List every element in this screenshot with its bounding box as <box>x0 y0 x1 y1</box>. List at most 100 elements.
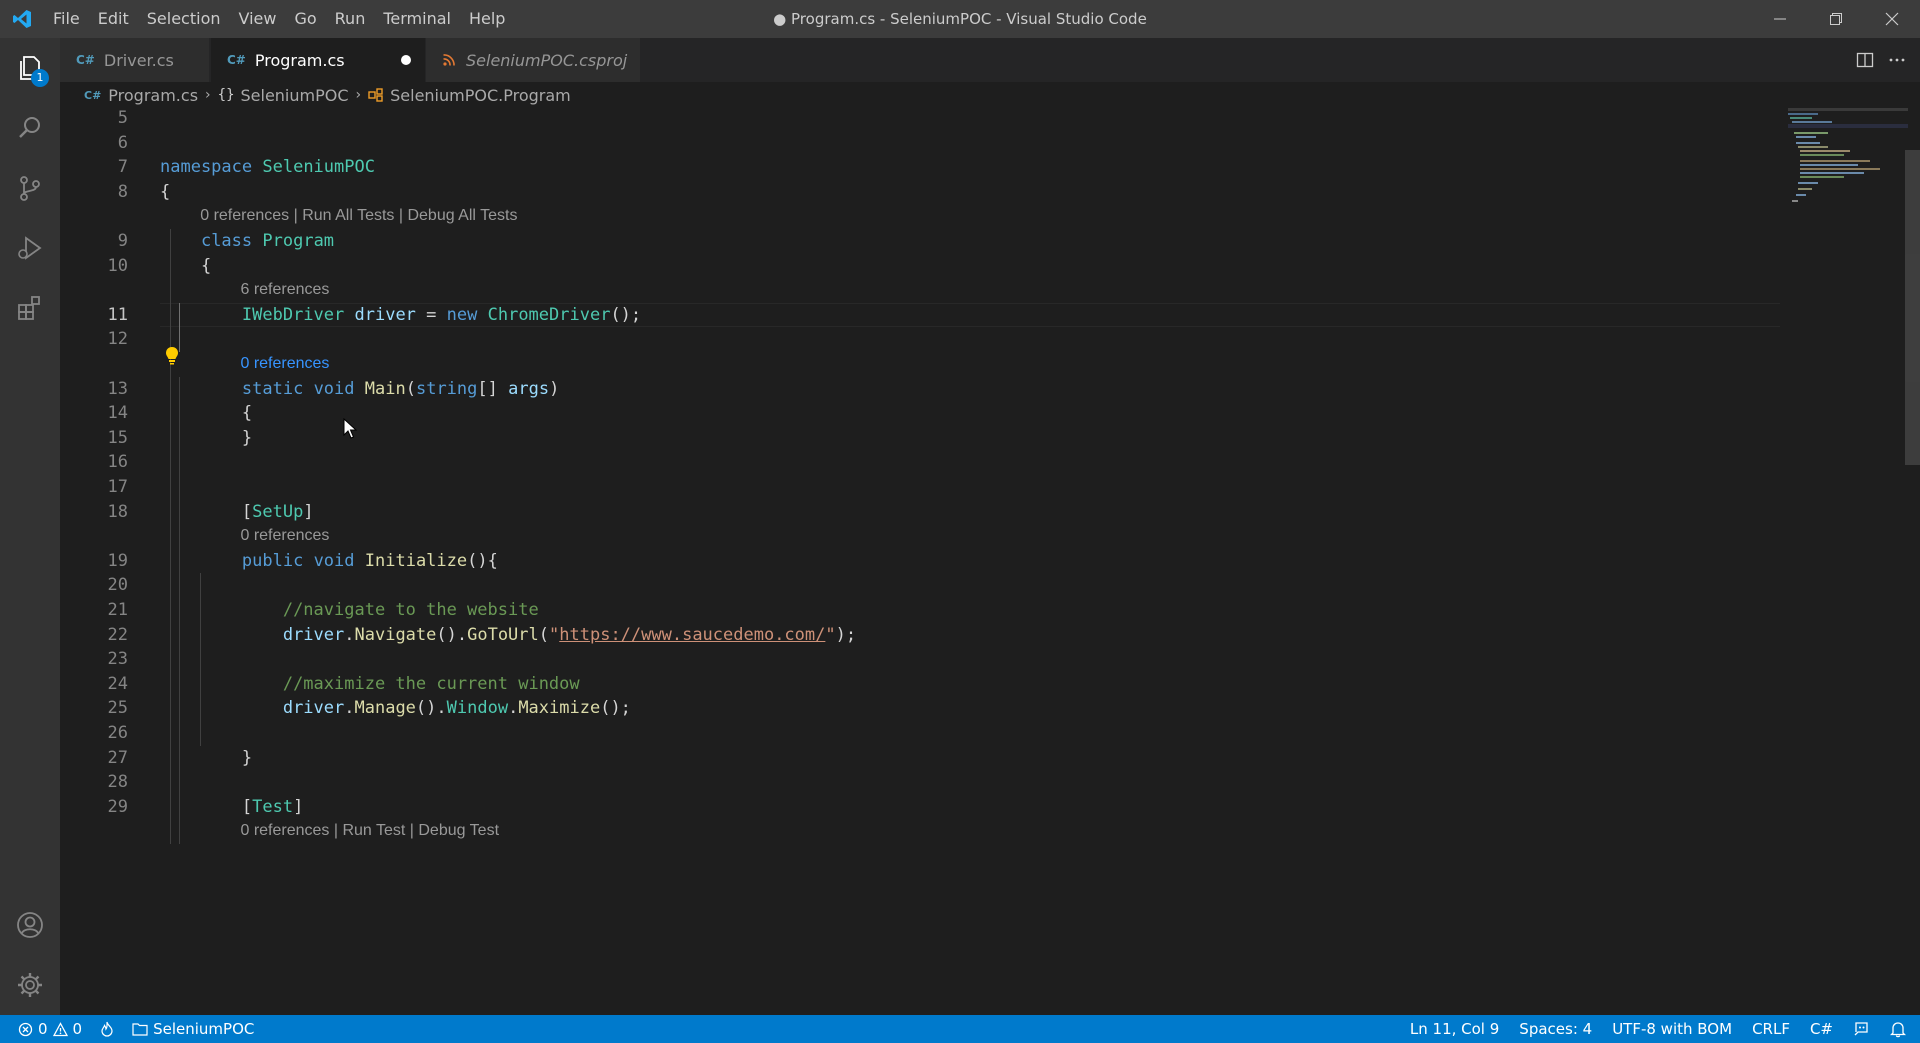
explorer-button[interactable]: 1 <box>0 38 60 98</box>
folder-icon <box>132 1023 148 1036</box>
csharp-file-icon: C# <box>84 88 102 102</box>
minimap[interactable] <box>1788 108 1908 218</box>
code-line[interactable]: 6 <box>60 131 1780 156</box>
line-number: 23 <box>107 649 128 670</box>
code-editor[interactable]: 5 6 7 namespace SeleniumPOC 8{0 references |… <box>60 108 1920 1015</box>
line-number: 26 <box>107 723 128 743</box>
run-debug-button[interactable] <box>0 218 60 278</box>
code-line[interactable]: 5 <box>60 108 1780 131</box>
accounts-icon <box>17 912 43 938</box>
file-encoding[interactable]: UTF-8 with BOM <box>1602 1015 1742 1043</box>
menu-terminal[interactable]: Terminal <box>374 0 460 38</box>
lightbulb-icon[interactable] <box>164 346 180 366</box>
code-line[interactable]: 12 <box>60 327 1780 352</box>
notifications-button[interactable] <box>1880 1015 1920 1043</box>
line-number: 13 <box>107 378 128 399</box>
code-line[interactable]: 24 //maximize the current window <box>60 672 1780 697</box>
source-control-button[interactable] <box>0 158 60 218</box>
code-lens[interactable]: 6 references <box>60 278 1780 303</box>
minimize-button[interactable] <box>1752 0 1808 38</box>
code-line[interactable]: 7 namespace SeleniumPOC <box>60 155 1780 180</box>
code-line[interactable]: 29 [Test] <box>60 795 1780 820</box>
omnisharp-flame-button[interactable] <box>91 1015 123 1043</box>
code-line[interactable]: 10 { <box>60 254 1780 279</box>
project-name: SeleniumPOC <box>153 1020 255 1038</box>
search-button[interactable] <box>0 98 60 158</box>
language-mode[interactable]: C# <box>1800 1015 1843 1043</box>
line-number: 15 <box>107 427 128 448</box>
source-control-icon <box>20 176 40 201</box>
explorer-badge: 1 <box>31 69 49 87</box>
code-line[interactable]: 18 [SetUp] <box>60 500 1780 525</box>
code-lens[interactable]: 0 references | Run All Tests | Debug All… <box>60 204 1780 229</box>
feedback-icon <box>1854 1021 1868 1035</box>
vertical-scrollbar-thumb[interactable] <box>1905 150 1920 465</box>
end-of-line[interactable]: CRLF <box>1742 1015 1800 1043</box>
code-text: { <box>160 181 171 202</box>
menu-run[interactable]: Run <box>326 0 375 38</box>
line-number: 11 <box>107 304 128 325</box>
code-lens[interactable]: 0 references | Run Test | Debug Test <box>60 819 1780 844</box>
breadcrumb-class[interactable]: SeleniumPOC.Program <box>368 86 571 105</box>
code-line[interactable]: 28 <box>60 770 1780 795</box>
unsaved-dot-icon[interactable] <box>401 55 411 65</box>
menu-edit[interactable]: Edit <box>89 0 138 38</box>
code-line[interactable]: 17 <box>60 475 1780 500</box>
code-text: } <box>160 427 253 448</box>
error-icon <box>18 1022 33 1036</box>
problems-indicator[interactable]: 0 0 <box>0 1015 91 1043</box>
code-line[interactable]: 22 driver.Navigate().GoToUrl("https://ww… <box>60 623 1780 648</box>
more-actions-icon[interactable] <box>1888 51 1906 69</box>
menu-view[interactable]: View <box>230 0 286 38</box>
menu-help[interactable]: Help <box>460 0 514 38</box>
breadcrumb-namespace[interactable]: {} SeleniumPOC <box>218 86 349 105</box>
menu-file[interactable]: File <box>44 0 89 38</box>
manage-button[interactable] <box>0 955 60 1015</box>
code-line[interactable]: 8{ <box>60 180 1780 205</box>
code-line[interactable]: 11 IWebDriver driver = new ChromeDriver(… <box>60 303 1780 328</box>
code-line[interactable]: 19 public void Initialize(){ <box>60 549 1780 574</box>
feedback-button[interactable] <box>1843 1015 1880 1043</box>
code-text: public void Initialize(){ <box>241 550 498 571</box>
tab-label: Program.cs <box>254 50 345 70</box>
chevron-right-icon: › <box>205 87 211 103</box>
restore-button[interactable] <box>1808 0 1864 38</box>
code-lens-text[interactable]: 0 references | Run Test | Debug Test <box>240 819 499 849</box>
code-line[interactable]: 25 driver.Manage().Window.Maximize(); <box>60 696 1780 721</box>
code-line[interactable]: 16 <box>60 450 1780 475</box>
breadcrumb-file[interactable]: C# Program.cs <box>84 86 198 105</box>
extensions-button[interactable] <box>0 278 60 338</box>
accounts-button[interactable] <box>0 895 60 955</box>
tab-driver-cs[interactable]: C# Driver.cs <box>60 38 210 82</box>
code-line[interactable]: 14 { <box>60 401 1780 426</box>
code-text: [SetUp] <box>160 501 314 522</box>
search-icon <box>19 117 40 138</box>
project-selector[interactable]: SeleniumPOC <box>123 1015 263 1043</box>
close-window-button[interactable] <box>1864 0 1920 38</box>
line-number: 18 <box>107 501 128 522</box>
cursor-position[interactable]: Ln 11, Col 9 <box>1400 1015 1509 1043</box>
code-line[interactable]: 26 <box>60 721 1780 746</box>
code-text: { <box>160 255 212 276</box>
tab-label: SeleniumPOC.csproj <box>466 50 628 70</box>
indentation[interactable]: Spaces: 4 <box>1509 1015 1602 1043</box>
tab-program-cs[interactable]: C# Program.cs <box>211 38 425 82</box>
code-line[interactable]: 21 //navigate to the website <box>60 598 1780 623</box>
flame-icon <box>101 1021 113 1037</box>
editor-tab-bar: C# Driver.cs C# Program.cs SeleniumPOC.c… <box>60 38 1920 82</box>
code-lens[interactable]: 0 references <box>60 352 1780 377</box>
code-line[interactable]: 27 } <box>60 746 1780 771</box>
code-line[interactable]: 13 static void Main(string[] args) <box>60 377 1780 402</box>
code-line[interactable]: 9 class Program <box>60 229 1780 254</box>
code-line[interactable]: 15 } <box>60 426 1780 451</box>
tab-seleniumpoc-csproj[interactable]: SeleniumPOC.csproj <box>426 38 640 82</box>
menu-selection[interactable]: Selection <box>138 0 230 38</box>
code-line[interactable]: 23 <box>60 647 1780 672</box>
code-lens[interactable]: 0 references <box>60 524 1780 549</box>
line-number: 5 <box>117 108 128 128</box>
split-editor-icon[interactable] <box>1856 51 1874 69</box>
gear-icon <box>18 973 42 997</box>
code-line[interactable]: 20 <box>60 573 1780 598</box>
line-number: 25 <box>107 698 128 719</box>
menu-go[interactable]: Go <box>285 0 325 38</box>
